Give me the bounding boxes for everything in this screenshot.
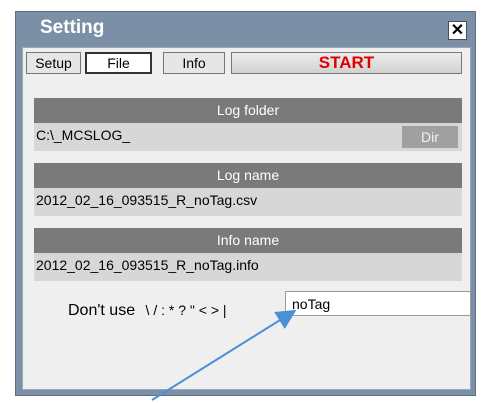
arrow-icon [151, 309, 297, 401]
